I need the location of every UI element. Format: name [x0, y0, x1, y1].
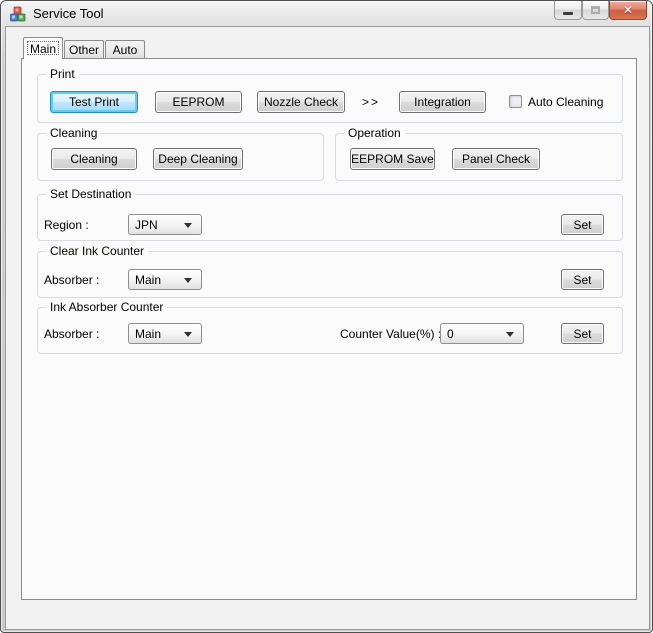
panel-check-label: Panel Check: [461, 152, 531, 166]
group-print-title: Print: [46, 67, 79, 82]
region-dropdown-value: JPN: [135, 217, 158, 232]
region-label: Region :: [44, 218, 89, 232]
eeprom-save-label: EEPROM Save: [351, 152, 434, 166]
panel-check-button[interactable]: Panel Check: [452, 148, 540, 170]
set-destination-set-label: Set: [573, 217, 592, 232]
chevron-down-icon: [506, 331, 514, 337]
chevrons-separator: >>: [362, 95, 381, 109]
minimize-button[interactable]: [554, 1, 582, 20]
app-icon: [10, 6, 26, 22]
eeprom-label: EEPROM: [172, 95, 225, 109]
clear-ink-absorber-dropdown[interactable]: Main: [128, 269, 202, 290]
tab-page-main: Print Test Print EEPROM Nozzle Check >> …: [21, 58, 637, 600]
close-icon: ✕: [622, 3, 634, 17]
counter-value-label: Counter Value(%) :: [340, 327, 442, 341]
ink-absorber-dropdown[interactable]: Main: [128, 323, 202, 344]
group-set-destination-title: Set Destination: [46, 187, 136, 202]
tab-auto-label: Auto: [112, 42, 138, 57]
ink-absorber-label: Absorber :: [44, 327, 100, 341]
eeprom-button[interactable]: EEPROM: [155, 91, 242, 113]
clear-ink-set-button[interactable]: Set: [561, 269, 604, 290]
tab-other-label: Other: [68, 42, 99, 57]
group-clear-ink-counter: Clear Ink Counter: [37, 244, 623, 298]
maximize-button[interactable]: [582, 1, 609, 20]
counter-value: 0: [447, 326, 454, 341]
deep-cleaning-label: Deep Cleaning: [158, 152, 238, 166]
deep-cleaning-button[interactable]: Deep Cleaning: [153, 148, 243, 170]
eeprom-save-button[interactable]: EEPROM Save: [350, 148, 435, 170]
tab-main-label: Main: [29, 41, 56, 56]
group-clear-ink-title: Clear Ink Counter: [46, 244, 149, 259]
test-print-label: Test Print: [68, 95, 119, 109]
cleaning-label: Cleaning: [70, 152, 118, 166]
close-button[interactable]: ✕: [609, 1, 647, 20]
ink-absorber-value: Main: [135, 326, 162, 341]
tab-main[interactable]: Main: [23, 37, 63, 59]
chevron-down-icon: [184, 331, 192, 337]
dialog-client: Main Other Auto Print Test Print EEPROM …: [5, 26, 650, 630]
clear-ink-absorber-label: Absorber :: [44, 273, 100, 287]
nozzle-check-button[interactable]: Nozzle Check: [257, 91, 345, 113]
test-print-button[interactable]: Test Print: [50, 91, 138, 113]
chevron-down-icon: [184, 222, 192, 228]
cleaning-button[interactable]: Cleaning: [51, 148, 137, 170]
chevron-down-icon: [184, 277, 192, 283]
group-ink-absorber-title: Ink Absorber Counter: [46, 300, 168, 315]
nozzle-check-label: Nozzle Check: [263, 95, 339, 109]
window-title: Service Tool: [33, 6, 104, 21]
service-tool-window: Service Tool ✕ Main Other Auto Print Tes…: [0, 0, 653, 633]
clear-ink-set-label: Set: [573, 272, 592, 287]
group-ink-absorber-counter: Ink Absorber Counter: [37, 300, 623, 354]
integration-button[interactable]: Integration: [399, 91, 486, 113]
ink-absorber-set-label: Set: [573, 326, 592, 341]
auto-cleaning-label: Auto Cleaning: [528, 95, 604, 109]
group-set-destination: Set Destination: [37, 187, 623, 241]
set-destination-set-button[interactable]: Set: [561, 214, 604, 235]
minimize-icon: [563, 11, 573, 15]
region-dropdown[interactable]: JPN: [128, 214, 202, 235]
auto-cleaning-checkbox[interactable]: [509, 95, 522, 108]
clear-ink-absorber-value: Main: [135, 272, 162, 287]
group-cleaning-title: Cleaning: [46, 126, 102, 141]
tab-auto[interactable]: Auto: [105, 40, 145, 58]
counter-value-dropdown[interactable]: 0: [440, 323, 524, 344]
integration-label: Integration: [414, 95, 471, 109]
tab-other[interactable]: Other: [64, 40, 104, 58]
group-operation-title: Operation: [344, 126, 405, 141]
maximize-icon: [591, 6, 600, 14]
ink-absorber-set-button[interactable]: Set: [561, 323, 604, 344]
